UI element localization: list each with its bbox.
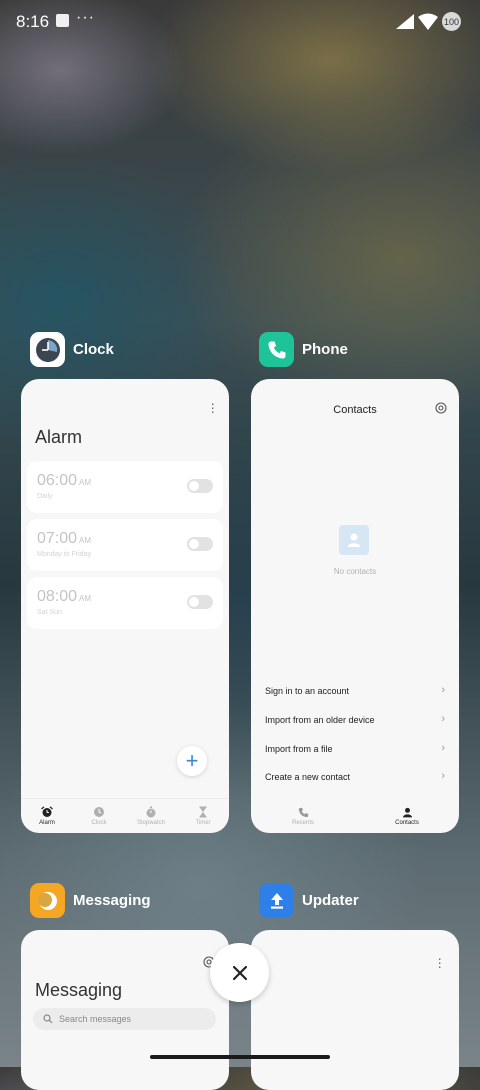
nav-label: Contacts — [395, 819, 419, 826]
updater-app-name: Updater — [302, 892, 359, 909]
chevron-right-icon: › — [441, 770, 445, 782]
home-indicator[interactable] — [150, 1055, 330, 1059]
option-label: Import from an older device — [265, 715, 375, 725]
more-menu-icon[interactable]: · · · — [437, 951, 442, 973]
nav-label: Stopwatch — [136, 820, 166, 826]
clock-app-name: Clock — [73, 341, 114, 358]
nav-label: Timer — [195, 820, 211, 826]
wifi-icon — [418, 13, 438, 30]
alarm-item[interactable]: 06:00 AM Daily — [27, 461, 223, 513]
empty-contacts-image — [339, 525, 369, 555]
alarm-toggle[interactable] — [187, 537, 213, 551]
phone-app-name: Phone — [302, 341, 348, 358]
create-contact-option[interactable]: Create a new contact › — [265, 770, 445, 782]
signal-icon — [396, 14, 414, 29]
messaging-app-name: Messaging — [73, 892, 151, 909]
nav-contacts[interactable]: Contacts — [355, 799, 459, 833]
import-file-option[interactable]: Import from a file › — [265, 742, 445, 754]
battery-icon: 100 — [442, 12, 461, 31]
alarm-toggle[interactable] — [187, 595, 213, 609]
nav-stopwatch[interactable]: Stopwatch — [125, 799, 177, 833]
more-menu-icon[interactable]: · · · — [210, 396, 215, 418]
nav-label: Alarm — [39, 820, 55, 826]
nav-label: Clock — [91, 820, 107, 826]
messaging-app-header[interactable]: Messaging — [30, 883, 151, 918]
clock-app-header[interactable]: Clock — [30, 332, 114, 367]
phone-bottom-nav: Recents Contacts — [251, 799, 459, 833]
alarm-toggle[interactable] — [187, 479, 213, 493]
nav-timer[interactable]: Timer — [177, 799, 229, 833]
clock-recent-card[interactable]: · · · Alarm 06:00 AM Daily 07:00 AM Monday t… — [21, 379, 229, 833]
alarm-ampm: AM — [79, 536, 92, 545]
option-label: Import from a file — [265, 744, 333, 754]
more-notifications-icon: ··· — [76, 9, 95, 26]
alarm-ampm: AM — [79, 478, 92, 487]
option-label: Create a new contact — [265, 772, 351, 782]
clock-bottom-nav: Alarm Clock Stopwatch Timer — [21, 798, 229, 833]
alarm-item[interactable]: 07:00 AM Monday to Friday — [27, 519, 223, 571]
clock-app-icon — [30, 332, 65, 367]
search-placeholder: Search messages — [59, 1014, 132, 1024]
add-alarm-button[interactable]: + — [177, 746, 207, 776]
upload-icon — [270, 892, 283, 909]
phone-app-icon — [259, 332, 294, 367]
clock-icon — [94, 807, 104, 817]
alarm-time: 07:00 — [37, 530, 78, 547]
import-older-device-option[interactable]: Import from an older device › — [265, 713, 445, 725]
clear-all-button[interactable] — [210, 943, 269, 1002]
status-time: 8:16 — [16, 12, 50, 31]
alarm-icon — [41, 806, 53, 817]
contacts-screen-title: Contacts — [333, 404, 377, 416]
nav-label: Recents — [291, 819, 314, 826]
phone-app-header[interactable]: Phone — [259, 332, 348, 367]
chevron-right-icon: › — [441, 713, 445, 725]
updater-app-header[interactable]: Updater — [259, 883, 359, 918]
moon-icon — [37, 891, 57, 910]
updater-recent-card[interactable]: · · · — [251, 930, 459, 1090]
messaging-app-icon — [30, 883, 65, 918]
stopwatch-icon — [146, 806, 156, 818]
messaging-screen-title: Messaging — [35, 980, 123, 1000]
alarm-repeat: Monday to Friday — [37, 551, 92, 558]
notification-icon — [56, 14, 69, 27]
alarm-repeat: Daily — [37, 493, 53, 500]
alarm-screen-title: Alarm — [35, 427, 83, 447]
hourglass-icon — [199, 806, 207, 818]
sign-in-option[interactable]: Sign in to an account › — [265, 684, 445, 696]
status-bar: 8:16 ··· 100 — [0, 0, 480, 44]
nav-recents[interactable]: Recents — [251, 799, 355, 833]
alarm-item[interactable]: 08:00 AM Sat Sun — [27, 577, 223, 629]
search-messages-input[interactable]: Search messages — [33, 1008, 216, 1030]
settings-icon[interactable] — [435, 402, 447, 414]
updater-app-icon — [259, 883, 294, 918]
chevron-right-icon: › — [441, 742, 445, 754]
search-icon — [43, 1014, 53, 1024]
nav-clock[interactable]: Clock — [73, 799, 125, 833]
close-icon — [232, 965, 247, 980]
option-label: Sign in to an account — [265, 686, 350, 696]
messaging-recent-card[interactable]: Messaging Search messages — [21, 930, 229, 1090]
alarm-repeat: Sat Sun — [37, 609, 62, 616]
person-icon — [347, 533, 361, 547]
alarm-time: 06:00 — [37, 472, 78, 489]
person-icon — [402, 807, 412, 817]
phone-icon — [268, 341, 285, 358]
phone-recent-card[interactable]: Contacts No contacts Sign in to an accou… — [251, 379, 459, 833]
chevron-right-icon: › — [441, 684, 445, 696]
no-contacts-text: No contacts — [333, 567, 377, 576]
phone-icon — [298, 807, 308, 817]
nav-alarm[interactable]: Alarm — [21, 799, 73, 833]
alarm-time: 08:00 — [37, 588, 78, 605]
alarm-ampm: AM — [79, 594, 92, 603]
